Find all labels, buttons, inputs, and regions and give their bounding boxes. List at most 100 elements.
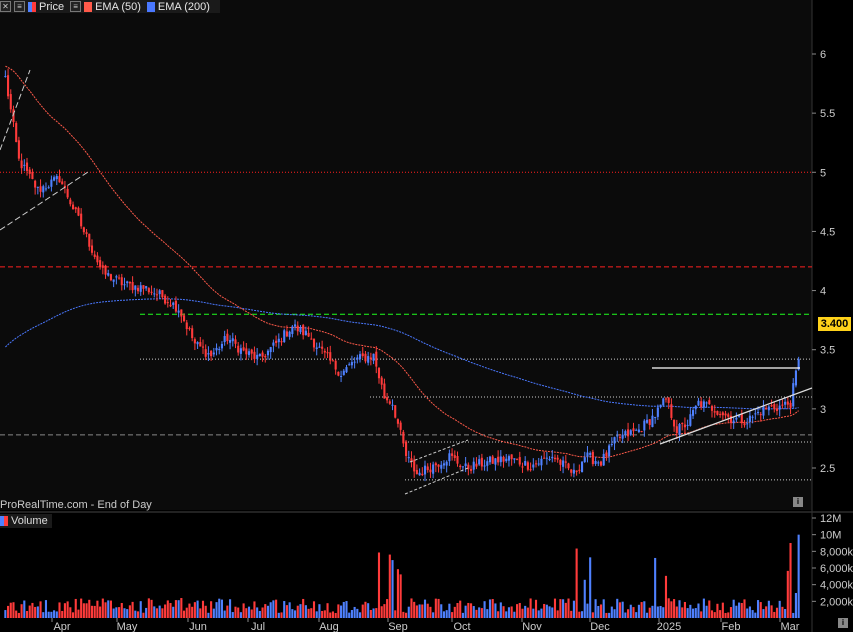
candle-body	[340, 375, 343, 377]
volume-bar	[50, 611, 53, 618]
volume-bar	[624, 612, 627, 618]
candle-body	[88, 233, 91, 247]
candle-body	[231, 338, 234, 342]
volume-bar	[434, 598, 437, 618]
candle-body	[226, 333, 229, 342]
volume-bar	[616, 598, 619, 618]
candle-body	[564, 461, 567, 463]
volume-bar	[372, 608, 375, 618]
volume-legend: Volume	[0, 514, 52, 528]
volume-bar	[613, 609, 616, 618]
volume-bar	[448, 603, 451, 618]
candle-body	[372, 353, 375, 361]
settings-icon[interactable]: ≡	[14, 1, 25, 12]
volume-bar	[44, 600, 48, 618]
volume-bar	[131, 601, 134, 618]
candle-body	[242, 347, 245, 351]
volume-bar	[242, 603, 245, 618]
volume-bar	[223, 610, 226, 618]
candle-body	[505, 458, 508, 462]
candle-body	[562, 460, 565, 467]
volume-bar	[90, 605, 94, 618]
volume-bar	[540, 608, 543, 618]
volume-bar	[288, 602, 291, 618]
candle-body	[727, 414, 730, 417]
volume-bar	[42, 612, 45, 618]
volume-bar	[63, 603, 66, 618]
candle-body	[721, 412, 724, 416]
candle-body	[71, 204, 75, 210]
volume-bar	[39, 601, 42, 618]
close-icon[interactable]: ✕	[0, 1, 11, 12]
volume-bar	[748, 606, 751, 618]
volume-bar	[700, 611, 703, 618]
volume-bar	[283, 601, 286, 618]
volume-bar	[4, 610, 7, 618]
volume-bar	[683, 601, 686, 618]
candle-body	[134, 285, 137, 290]
legend-ema50[interactable]: EMA (50)	[84, 1, 141, 13]
ema50-swatch-icon	[84, 1, 93, 12]
candle-body	[556, 457, 559, 460]
candle-body	[423, 465, 427, 475]
price-chart[interactable]: 2.5 3 3.5 4 4.5 5 5.5 6 6.5 2,000k 4,000k 6,000k 8,0…	[0, 0, 853, 632]
candle-body	[120, 277, 123, 286]
price-tick-label: 5	[820, 167, 826, 179]
volume-bar	[28, 605, 31, 618]
settings-icon[interactable]: ≡	[70, 1, 82, 12]
candle-body	[275, 340, 278, 344]
candle-body	[229, 340, 232, 343]
info-icon[interactable]: i	[838, 618, 848, 628]
candle-body	[69, 199, 72, 205]
candle-body	[475, 463, 478, 467]
volume-bar	[440, 604, 443, 618]
volume-bar	[356, 608, 359, 618]
candle-body	[234, 339, 237, 344]
volume-bar	[272, 600, 275, 618]
volume-bar	[437, 598, 440, 618]
volume-bar	[413, 601, 416, 618]
candle-body	[740, 413, 743, 424]
candle-body	[445, 461, 448, 466]
candle-body	[572, 469, 575, 474]
volume-bar	[164, 604, 167, 618]
candle-body	[223, 336, 226, 343]
candle-body	[331, 360, 335, 362]
candle-body	[28, 169, 31, 174]
volume-bar	[605, 612, 608, 618]
candle-body	[570, 469, 573, 473]
volume-bar	[93, 605, 96, 618]
volume-bar	[461, 612, 464, 618]
volume-bar	[578, 611, 581, 618]
volume-bar	[383, 604, 386, 618]
candle-body	[239, 348, 242, 354]
volume-bar	[475, 609, 478, 618]
candle-body	[36, 186, 39, 188]
volume-bar	[396, 569, 399, 618]
volume-bar	[629, 604, 632, 618]
info-icon[interactable]: i	[793, 497, 803, 507]
legend-price-label: Price	[39, 0, 65, 13]
volume-bar	[15, 610, 18, 618]
last-price-tag: 3.400	[818, 317, 851, 331]
candle-body	[174, 300, 177, 312]
candle-body	[594, 461, 597, 464]
volume-bar	[377, 552, 381, 618]
volume-bar	[407, 606, 410, 618]
legend-ema200[interactable]: EMA (200)	[146, 1, 210, 13]
volume-bar	[645, 612, 649, 618]
candle-body	[383, 383, 386, 399]
volume-bar	[364, 601, 367, 618]
candle-body	[702, 401, 705, 408]
candle-body	[237, 345, 240, 353]
candle-body	[364, 353, 367, 362]
volume-bar	[142, 612, 145, 618]
volume-bar	[177, 600, 180, 618]
candle-body	[353, 361, 356, 363]
candle-body	[155, 294, 159, 296]
candle-body	[277, 338, 280, 343]
legend-price[interactable]: Price	[28, 1, 64, 13]
candle-body	[434, 463, 437, 466]
volume-bar	[315, 611, 318, 618]
volume-bar	[632, 607, 635, 618]
